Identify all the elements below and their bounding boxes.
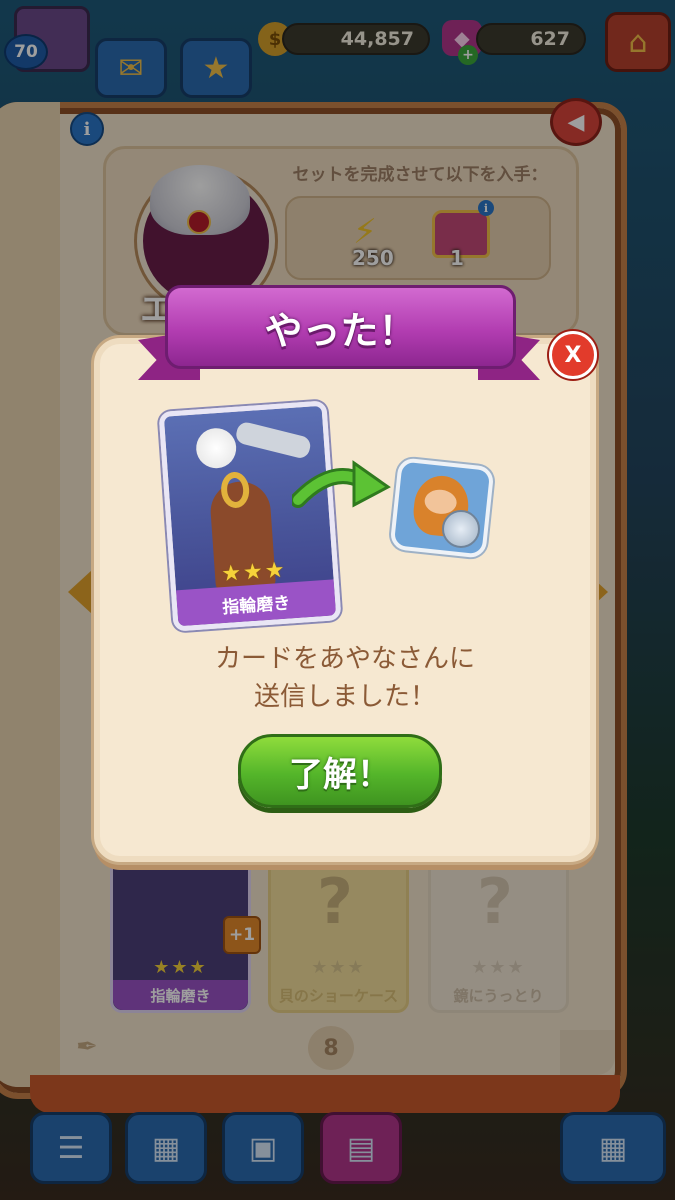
card-stars: ★★★ [471, 957, 526, 978]
info-button[interactable]: i [70, 112, 104, 146]
book-spine [0, 102, 60, 1087]
star-icon: ★ [202, 50, 230, 86]
card-slot-shell-showcase[interactable]: ? ★★★ 貝のショーケース [268, 842, 409, 1013]
grid-icon: ▦ [151, 1130, 181, 1166]
card-label: 鏡にうっとり [453, 986, 544, 1005]
reward-title: セットを完成させて以下を入手： [292, 165, 548, 185]
envelope-icon: ✉ [118, 50, 144, 86]
board-button[interactable]: ▦ [560, 1112, 666, 1184]
send-arrow-icon [292, 460, 391, 508]
close-button[interactable]: X [549, 331, 597, 379]
card-label: 指輪磨き [113, 980, 248, 1010]
dialog-title: やった！ [264, 308, 417, 353]
dialog-message: カードをあやなさんに 送信しました！ [94, 640, 596, 716]
quill-icon: ✒ [76, 1032, 98, 1062]
board-icon: ▦ [598, 1130, 628, 1166]
cards-icon: ▤ [346, 1130, 376, 1166]
menu-button[interactable]: ☰ [30, 1112, 112, 1184]
shop-button[interactable]: ⌂ [605, 12, 671, 72]
shop-icon: ⌂ [628, 24, 648, 60]
ok-button[interactable]: 了解！ [238, 734, 442, 808]
ruby-icon [187, 210, 211, 234]
question-mark-icon: ? [317, 865, 353, 938]
ok-button-label: 了解！ [289, 754, 391, 795]
grid-button[interactable]: ▦ [125, 1112, 207, 1184]
friend-avatar [389, 457, 495, 559]
star-shop-button[interactable]: ★ [180, 38, 252, 98]
reward-box [285, 196, 551, 280]
player-level-badge: 70 [4, 34, 48, 70]
message-line-1: カードをあやなさんに [214, 644, 475, 674]
reward-chest-value: 1 [450, 246, 464, 270]
friend-badge-icon [442, 510, 480, 548]
gem-counter: 627 [476, 23, 586, 55]
arrow-left-icon: ◀ [567, 109, 585, 135]
coin-counter: 44,857 [282, 23, 430, 55]
card-stars: ★★★ [311, 957, 366, 978]
previous-page-arrow[interactable] [68, 570, 92, 614]
card-slot-mirror[interactable]: ? ★★★ 鏡にうっとり [428, 842, 569, 1013]
card-stars: ★★★ [153, 957, 208, 978]
box-icon: ▣ [248, 1130, 278, 1166]
cards-button[interactable]: ▤ [320, 1112, 402, 1184]
page-number: 8 [308, 1026, 354, 1070]
box-button[interactable]: ▣ [222, 1112, 304, 1184]
reward-energy-value: 250 [352, 246, 394, 270]
polishing-wheel [194, 426, 238, 470]
add-gems-icon[interactable]: + [458, 45, 478, 65]
cards-envelope-button[interactable]: ✉ [95, 38, 167, 98]
back-button[interactable]: ◀ [550, 98, 602, 146]
dialog-title-ribbon: やった！ [165, 285, 516, 369]
chest-info-icon[interactable]: i [478, 200, 494, 216]
book-edge [30, 1075, 620, 1113]
menu-icon: ☰ [57, 1130, 85, 1166]
duplicate-count-badge: +1 [223, 916, 261, 954]
message-line-2: 送信しました！ [253, 682, 436, 712]
question-mark-icon: ? [477, 865, 513, 938]
page-curl[interactable] [560, 1030, 615, 1075]
close-icon: X [564, 342, 582, 368]
polishing-tool [234, 420, 313, 460]
card-label: 貝のショーケース [278, 986, 399, 1005]
